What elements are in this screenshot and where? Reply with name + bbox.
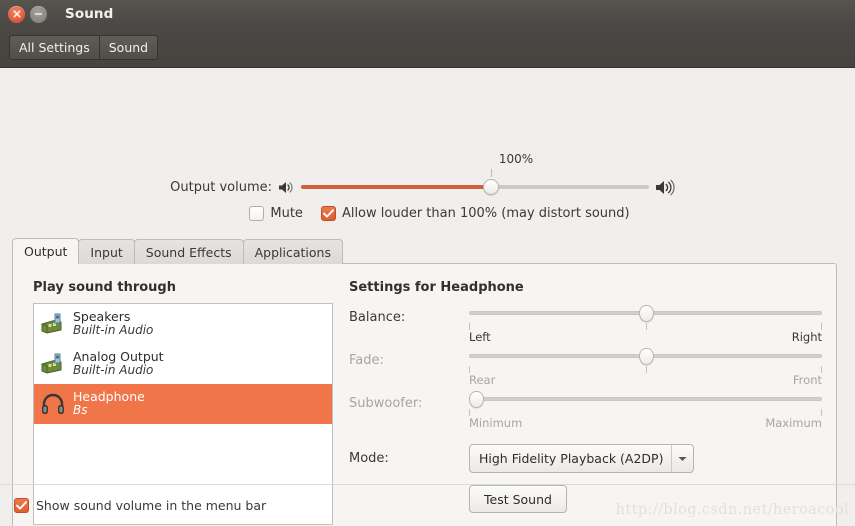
volume-low-icon	[278, 180, 295, 195]
list-item[interactable]: Analog Output Built-in Audio	[34, 344, 332, 384]
check-icon	[16, 501, 27, 510]
subwoofer-max-label: Maximum	[765, 416, 822, 430]
volume-slider-handle[interactable]	[483, 179, 499, 195]
check-icon	[322, 209, 334, 218]
subwoofer-track	[469, 397, 822, 401]
fade-handle	[638, 348, 654, 365]
chevron-down-icon	[671, 445, 693, 472]
mode-value: High Fidelity Playback (A2DP)	[479, 451, 664, 466]
all-settings-button[interactable]: All Settings	[9, 35, 99, 60]
volume-low-glyph	[279, 181, 293, 193]
balance-handle[interactable]	[638, 305, 654, 322]
mute-checkbox[interactable]	[249, 206, 265, 221]
window-title: Sound	[65, 6, 114, 22]
soundcard-icon	[40, 311, 66, 337]
mode-label: Mode:	[349, 451, 389, 466]
breadcrumb: All Settings Sound	[9, 35, 159, 60]
show-volume-label: Show sound volume in the menu bar	[36, 498, 267, 513]
soundcard-glyph	[41, 353, 62, 374]
list-item[interactable]: Speakers Built-in Audio	[34, 304, 332, 344]
volume-high-glyph	[656, 179, 675, 195]
tab-sound-effects[interactable]: Sound Effects	[133, 239, 244, 264]
subwoofer-end-labels: Minimum Maximum	[469, 416, 822, 430]
balance-ticks	[469, 323, 822, 330]
device-name: Speakers	[73, 308, 131, 324]
device-name: Analog Output	[73, 348, 164, 364]
mute-label: Mute	[270, 206, 303, 221]
balance-right-label: Right	[791, 330, 822, 344]
subwoofer-handle	[469, 391, 484, 408]
fade-ticks	[469, 366, 822, 373]
content-area: 100% Output volume: Mute Allow louder th…	[0, 68, 855, 526]
title-bar: Sound	[0, 0, 855, 28]
device-subtitle: Bs	[73, 403, 88, 418]
device-name: Headphone	[73, 388, 145, 404]
settings-heading: Settings for Headphone	[349, 280, 524, 295]
tabs-area: Output Input Sound Effects Applications …	[12, 238, 837, 526]
subwoofer-label: Subwoofer:	[349, 396, 423, 411]
subwoofer-slider: Minimum Maximum	[469, 389, 822, 430]
subwoofer-row: Subwoofer: Minimum Maximum	[349, 389, 822, 430]
fade-label: Fade:	[349, 353, 384, 368]
balance-slider[interactable]: Left Right	[469, 303, 822, 344]
list-item[interactable]: Headphone Bs	[34, 384, 332, 424]
tab-strip: Output Input Sound Effects Applications	[12, 238, 837, 264]
headphone-icon	[40, 391, 66, 417]
tab-input[interactable]: Input	[78, 239, 135, 264]
balance-end-labels: Left Right	[469, 330, 822, 344]
tab-output[interactable]: Output	[12, 238, 80, 264]
output-volume-section: 100% Output volume: Mute Allow louder th…	[0, 68, 855, 221]
volume-slider-fill	[301, 185, 491, 189]
output-volume-row: Output volume:	[0, 176, 855, 198]
device-text: Analog Output Built-in Audio	[73, 348, 164, 378]
play-sound-through-heading: Play sound through	[33, 280, 176, 295]
close-icon[interactable]	[8, 5, 25, 23]
soundcard-glyph	[41, 313, 62, 334]
subwoofer-ticks	[469, 409, 822, 416]
toolbar: All Settings Sound	[0, 28, 855, 68]
device-text: Speakers Built-in Audio	[73, 308, 154, 338]
show-volume-checkbox[interactable]	[14, 498, 29, 513]
minimize-icon[interactable]	[30, 5, 47, 23]
volume-percent-label: 100%	[498, 152, 534, 166]
close-glyph	[12, 10, 21, 18]
mode-dropdown[interactable]: High Fidelity Playback (A2DP)	[469, 444, 695, 473]
fade-slider: Rear Front	[469, 346, 822, 387]
chevron-down-glyph	[678, 456, 687, 461]
fade-track-wrap	[469, 346, 822, 366]
fade-right-label: Front	[792, 373, 822, 387]
soundcard-icon	[40, 351, 66, 377]
volume-options-row: Mute Allow louder than 100% (may distort…	[0, 206, 855, 221]
volume-high-icon	[655, 179, 676, 196]
tab-applications[interactable]: Applications	[242, 239, 343, 264]
balance-left-label: Left	[469, 330, 491, 344]
allow-louder-checkbox[interactable]	[320, 206, 336, 221]
balance-track-wrap[interactable]	[469, 303, 822, 323]
balance-label: Balance:	[349, 310, 406, 325]
sound-button[interactable]: Sound	[98, 35, 159, 60]
minimize-glyph	[34, 13, 43, 15]
subwoofer-track-wrap	[469, 389, 822, 409]
fade-end-labels: Rear Front	[469, 373, 822, 387]
headphone-glyph	[42, 393, 64, 414]
mode-row: Mode: High Fidelity Playback (A2DP)	[349, 444, 822, 473]
allow-louder-label: Allow louder than 100% (may distort soun…	[341, 206, 630, 221]
device-subtitle: Built-in Audio	[73, 363, 154, 378]
device-subtitle: Built-in Audio	[73, 323, 154, 338]
fade-left-label: Rear	[469, 373, 496, 387]
output-volume-slider[interactable]	[301, 176, 649, 198]
fade-row: Fade: Rear Front	[349, 346, 822, 387]
subwoofer-min-label: Minimum	[469, 416, 523, 430]
balance-row: Balance: Left Right	[349, 303, 822, 344]
output-volume-label: Output volume:	[170, 179, 272, 195]
watermark: http://blog.csdn.net/heroacool	[615, 502, 849, 518]
device-text: Headphone Bs	[73, 388, 145, 418]
device-settings-section: Settings for Headphone Balance: Left Rig…	[349, 280, 822, 513]
